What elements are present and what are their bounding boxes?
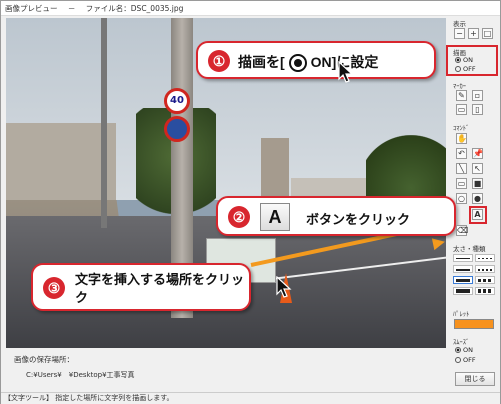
draw-off-radio[interactable]: OFF <box>455 65 476 73</box>
callout-1-text: 描画を[ON]に設定 <box>238 52 378 73</box>
arrow-tool-icon[interactable]: ↖ <box>472 163 483 174</box>
line-xthick-option[interactable] <box>453 287 473 295</box>
undo-icon[interactable]: ↶ <box>456 148 467 159</box>
display-label: 表示 <box>453 20 466 28</box>
step-number-3: ③ <box>43 277 65 299</box>
mouse-cursor-icon <box>276 276 292 298</box>
command-label: ｺﾏﾝﾄﾞ <box>453 124 470 132</box>
radio-selected-icon <box>455 347 461 353</box>
line-dotted-medium-option[interactable] <box>475 265 495 273</box>
callout-1-text-before: 描画を[ <box>238 54 285 70</box>
smooth-off-radio[interactable]: OFF <box>455 356 476 364</box>
filled-ellipse-tool-icon[interactable]: ● <box>472 193 483 204</box>
line-dotted-thick-option[interactable] <box>475 276 495 284</box>
marker-tool-4-icon[interactable]: ▯ <box>472 104 483 115</box>
line-thick-option[interactable] <box>453 276 473 284</box>
draw-on-label: ON <box>463 56 473 64</box>
title-separator: － <box>67 4 76 13</box>
palette-label: ﾊﾟﾚｯﾄ <box>453 310 470 318</box>
line-style-label: 太さ・種類 <box>453 245 486 253</box>
line-sample <box>456 289 470 293</box>
radio-unselected-icon <box>455 66 461 72</box>
filled-rect-tool-icon[interactable]: ■ <box>472 178 483 189</box>
line-thin-option[interactable] <box>453 254 473 262</box>
pointer-arrowhead <box>431 235 447 251</box>
draw-off-label: OFF <box>463 65 476 73</box>
smooth-on-label: ON <box>463 346 473 354</box>
eraser-icon[interactable]: ⌫ <box>456 225 468 236</box>
callout-3-text: 文字を挿入する場所をクリック <box>75 272 245 305</box>
line-sample <box>478 279 492 282</box>
radio-selected-icon <box>455 57 461 63</box>
radio-on-icon <box>288 54 307 73</box>
hand-tool-icon[interactable]: ✋ <box>456 133 467 144</box>
fit-icon[interactable]: □ <box>482 28 493 39</box>
save-location-path: C:¥Users¥ ¥Desktop¥工事写真 <box>26 371 135 379</box>
rectangle-tool-icon[interactable]: ▭ <box>456 178 467 189</box>
text-tool-button[interactable]: A <box>472 209 483 220</box>
line-tool-icon[interactable]: ╲ <box>456 163 467 174</box>
line-sample <box>456 279 470 282</box>
callout-step-3: ③ 文字を挿入する場所をクリック <box>31 263 251 311</box>
photo-pole-left <box>101 18 107 228</box>
mouse-cursor-icon <box>338 61 354 83</box>
save-location-label: 画像の保存場所： <box>14 355 74 364</box>
zoom-out-icon[interactable]: − <box>454 28 465 39</box>
text-tool-button-illustration: A <box>260 203 290 231</box>
window-title: 画像プレビュー <box>5 4 58 13</box>
ellipse-tool-icon[interactable]: ○ <box>456 193 467 204</box>
line-dotted-thin-option[interactable] <box>475 254 495 262</box>
save-location-box: 画像の保存場所： C:¥Users¥ ¥Desktop¥工事写真 <box>6 350 446 388</box>
callout-2-text: ボタンをクリック <box>306 212 411 227</box>
smooth-label: ｽﾑｰｽﾞ <box>453 338 470 346</box>
marker-label: ﾏｰｶｰ <box>453 82 466 90</box>
line-sample <box>478 289 492 293</box>
radio-unselected-icon <box>455 357 461 363</box>
callout-step-1: ① 描画を[ON]に設定 <box>196 41 436 83</box>
smooth-on-radio[interactable]: ON <box>455 346 473 354</box>
preview-window: 画像プレビュー － ファイル名：DSC_0035.jpg 40 ① 描画を[ON… <box>0 0 501 404</box>
smooth-off-label: OFF <box>463 356 476 364</box>
marker-tool-3-icon[interactable]: ▭ <box>456 104 467 115</box>
close-button[interactable]: 閉じる <box>455 372 495 386</box>
marker-tool-icon[interactable]: ✎ <box>456 90 467 101</box>
status-bar: 【文字ツール】 指定した場所に文字列を描画します。 <box>1 392 500 404</box>
step-number-1: ① <box>208 50 230 72</box>
line-sample <box>478 258 492 259</box>
pin-icon[interactable]: 📌 <box>472 148 483 159</box>
no-parking-sign <box>164 116 190 142</box>
speed-sign: 40 <box>164 88 190 114</box>
draw-on-radio[interactable]: ON <box>455 56 473 64</box>
palette-color-swatch[interactable] <box>454 319 494 329</box>
line-sample <box>478 269 492 271</box>
file-name: ファイル名：DSC_0035.jpg <box>85 4 184 13</box>
line-dotted-xthick-option[interactable] <box>475 287 495 295</box>
line-medium-option[interactable] <box>453 265 473 273</box>
line-sample <box>456 258 470 259</box>
marker-tool-2-icon[interactable]: ▫ <box>472 90 483 101</box>
title-bar: 画像プレビュー － ファイル名：DSC_0035.jpg <box>1 1 500 16</box>
step-number-2: ② <box>228 206 250 228</box>
zoom-in-icon[interactable]: + <box>468 28 479 39</box>
line-sample <box>456 269 470 271</box>
tool-panel: 表示 − + □ 描画 ON OFF ﾏｰｶｰ ✎ ▫ ▭ ▯ ｺﾏﾝﾄﾞ ✋ … <box>446 18 500 390</box>
callout-step-2: ② A ボタンをクリック <box>216 196 456 236</box>
